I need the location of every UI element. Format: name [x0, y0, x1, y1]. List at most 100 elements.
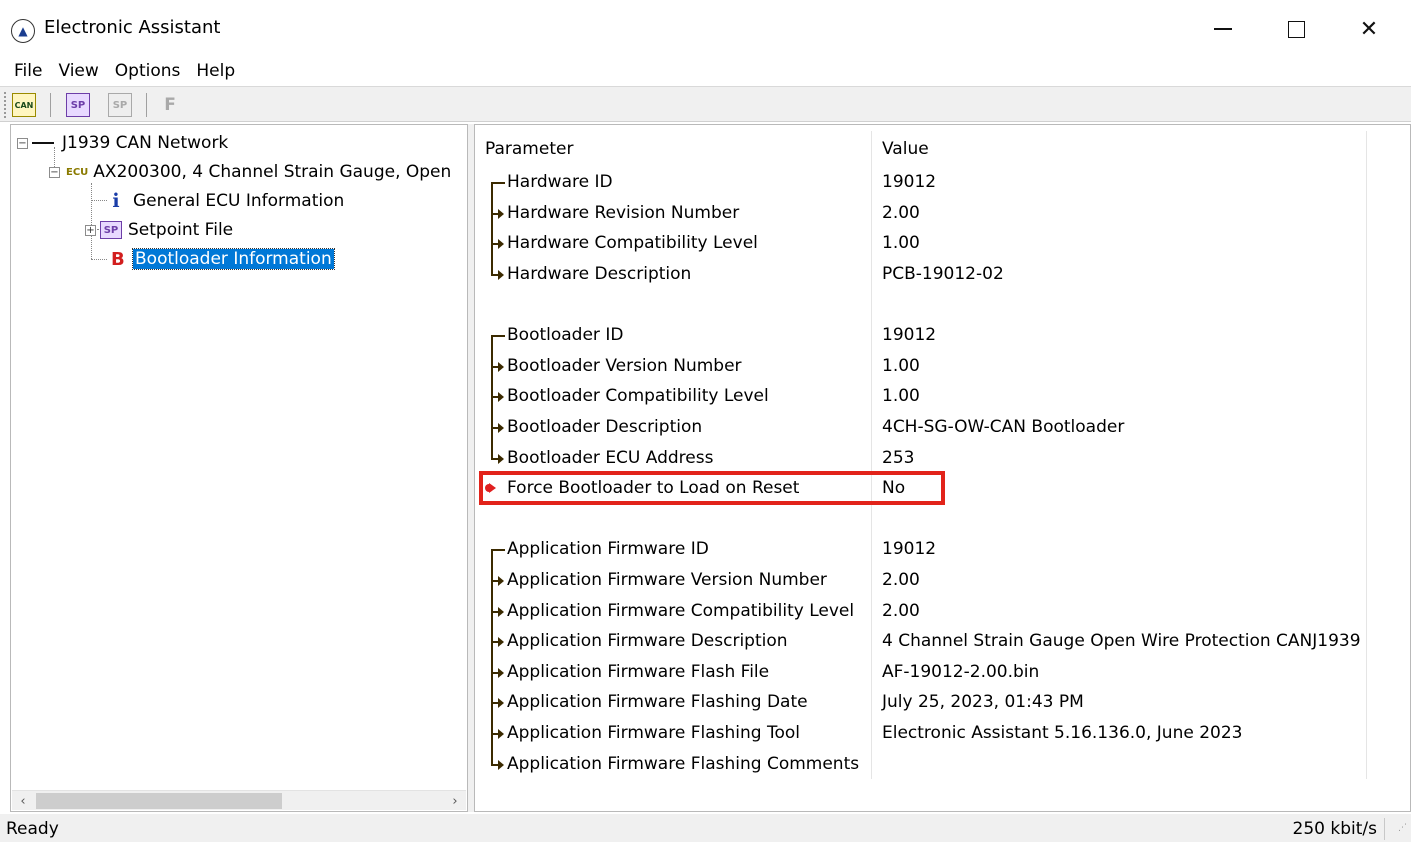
parameter-value: 1.00 — [872, 228, 1367, 259]
tree-node-label: AX200300, 4 Channel Strain Gauge, Open — [93, 162, 452, 182]
parameter-name: Application Firmware Compatibility Level — [507, 600, 855, 621]
network-icon — [32, 142, 54, 144]
expand-icon[interactable]: + — [85, 224, 96, 236]
tree-horizontal-scrollbar[interactable]: ‹ › — [12, 790, 466, 810]
chevron-right-icon: › — [452, 793, 458, 809]
menu-options[interactable]: Options — [107, 61, 189, 81]
maximize-button[interactable] — [1273, 10, 1319, 48]
minimize-icon — [1214, 28, 1232, 30]
parameter-name: Hardware Compatibility Level — [507, 233, 758, 254]
baud-rate: 250 kbit/s — [1292, 819, 1377, 839]
parameter-value: 1.00 — [872, 350, 1367, 382]
tree-node-label: J1939 CAN Network — [62, 133, 229, 153]
table-row[interactable] — [475, 503, 1410, 535]
parameter-name: Bootloader ID — [507, 325, 624, 346]
table-row[interactable]: Bootloader Description 4CH-SG-OW-CAN Boot… — [475, 411, 1410, 443]
parameter-cell: Application Firmware Version Number — [475, 564, 872, 596]
table-row[interactable]: Bootloader ID 19012 — [475, 319, 1410, 351]
parameter-name: Application Firmware Flashing Tool — [507, 722, 800, 743]
group-connector-icon — [485, 320, 507, 351]
parameter-list-pane[interactable]: Parameter Value Hardware ID 19012 Hardware… — [474, 124, 1411, 812]
table-row[interactable]: Application Firmware Description 4 Channe… — [475, 625, 1410, 657]
group-connector-icon — [485, 656, 507, 688]
column-header-parameter[interactable]: Parameter — [475, 131, 872, 167]
table-row[interactable]: Bootloader Version Number 1.00 — [475, 350, 1410, 382]
group-connector-icon — [485, 748, 507, 779]
group-connector-icon — [485, 228, 507, 259]
title-bar: ▲ Electronic Assistant ✕ — [0, 0, 1411, 58]
tree-node-bootloader-info[interactable]: B Bootloader Information — [111, 246, 335, 272]
table-row[interactable]: Application Firmware Compatibility Level… — [475, 595, 1410, 626]
ecu-icon: ECU — [66, 166, 89, 178]
parameter-name: Bootloader Description — [507, 417, 703, 438]
parameter-cell: Application Firmware Compatibility Level — [475, 595, 872, 626]
parameter-cell: Application Firmware Description — [475, 625, 872, 657]
table-row[interactable]: Application Firmware ID 19012 — [475, 534, 1410, 565]
tree-node-label: Bootloader Information — [132, 248, 335, 270]
list-header: Parameter Value — [475, 131, 1410, 167]
table-row[interactable]: Application Firmware Flashing Comments — [475, 748, 1410, 779]
save-setpoint-button[interactable]: SP — [108, 93, 132, 117]
parameter-cell: Application Firmware Flashing Comments — [475, 748, 872, 779]
parameter-value: Electronic Assistant 5.16.136.0, June 20… — [872, 717, 1367, 749]
setpoint-file-icon: SP — [70, 99, 86, 111]
group-connector-icon — [485, 258, 507, 290]
table-row[interactable]: Hardware Compatibility Level 1.00 — [475, 228, 1410, 259]
menu-file[interactable]: File — [6, 61, 50, 81]
close-button[interactable]: ✕ — [1346, 10, 1392, 48]
tree-connector — [91, 200, 107, 201]
resize-grip-icon[interactable]: ⋰ — [1395, 824, 1407, 838]
table-row[interactable] — [475, 289, 1410, 320]
toolbar-grip[interactable] — [4, 92, 8, 118]
group-connector-icon — [485, 411, 507, 443]
parameter-name: Application Firmware Flash File — [507, 661, 770, 682]
parameter-value — [872, 289, 1367, 320]
parameter-value: 1.00 — [872, 381, 1367, 412]
parameter-value: July 25, 2023, 01:43 PM — [872, 687, 1367, 718]
parameter-cell: Application Firmware Flashing Tool — [475, 717, 872, 749]
parameter-value: PCB-19012-02 — [872, 258, 1367, 290]
collapse-icon[interactable]: − — [49, 166, 60, 178]
status-separator — [1384, 818, 1385, 840]
parameter-value[interactable]: No — [872, 472, 1367, 504]
can-connect-button[interactable]: CAN — [12, 93, 36, 117]
table-row[interactable]: Bootloader Compatibility Level 1.00 — [475, 381, 1410, 412]
table-row[interactable]: Application Firmware Version Number 2.00 — [475, 564, 1410, 596]
parameter-cell: Application Firmware Flash File — [475, 656, 872, 688]
parameter-cell: Bootloader Description — [475, 411, 872, 443]
parameter-name: Application Firmware Flashing Date — [507, 692, 808, 713]
scroll-right-button[interactable]: › — [444, 791, 466, 811]
parameter-name: Application Firmware ID — [507, 539, 709, 560]
tree-node-ecu[interactable]: − ECU AX200300, 4 Channel Strain Gauge, … — [49, 159, 451, 185]
tree-node-general-info[interactable]: i General ECU Information — [111, 188, 344, 214]
status-text: Ready — [6, 819, 59, 839]
maximize-icon — [1287, 20, 1305, 38]
tree-node-setpoint-file[interactable]: + SP Setpoint File — [85, 217, 233, 243]
open-setpoint-button[interactable]: SP — [66, 93, 90, 117]
table-row[interactable]: Hardware Revision Number 2.00 — [475, 197, 1410, 229]
parameter-value: 4 Channel Strain Gauge Open Wire Protect… — [872, 625, 1367, 657]
toolbar-separator — [50, 93, 51, 117]
table-row[interactable]: Application Firmware Flashing Tool Electr… — [475, 717, 1410, 749]
table-row[interactable]: Hardware Description PCB-19012-02 — [475, 258, 1410, 290]
table-row[interactable]: Bootloader ECU Address 253 — [475, 442, 1410, 473]
minimize-button[interactable] — [1200, 10, 1246, 48]
table-row[interactable]: Application Firmware Flashing Date July 2… — [475, 687, 1410, 718]
parameter-cell: Hardware Revision Number — [475, 197, 872, 229]
group-connector-icon — [485, 625, 507, 657]
table-row[interactable]: Application Firmware Flash File AF-19012-… — [475, 656, 1410, 688]
menu-bar: File View Options Help — [0, 58, 1411, 84]
menu-view[interactable]: View — [50, 61, 106, 81]
flash-button[interactable]: F — [158, 93, 182, 117]
ecu-tree-pane[interactable]: − J1939 CAN Network − ECU AX200300, 4 Ch… — [10, 124, 468, 812]
menu-help[interactable]: Help — [188, 61, 243, 81]
column-header-value[interactable]: Value — [872, 131, 1367, 167]
parameter-cell: Bootloader ECU Address — [475, 442, 872, 473]
table-row[interactable]: Hardware ID 19012 — [475, 167, 1410, 198]
scrollbar-thumb[interactable] — [36, 793, 282, 809]
collapse-icon[interactable]: − — [17, 137, 28, 149]
tree-node-network[interactable]: − J1939 CAN Network — [17, 130, 228, 156]
parameter-cell: Bootloader Compatibility Level — [475, 381, 872, 412]
scroll-left-button[interactable]: ‹ — [12, 791, 34, 811]
group-connector-icon — [485, 167, 507, 198]
